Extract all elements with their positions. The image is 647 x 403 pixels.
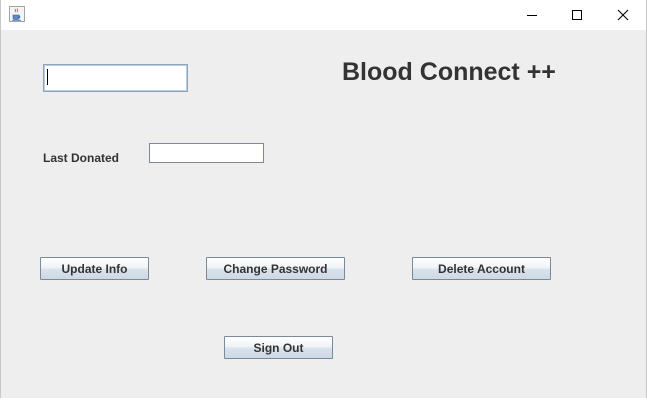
desktop-edge [0, 398, 647, 403]
maximize-icon [572, 10, 582, 20]
name-input[interactable] [43, 64, 188, 92]
close-button[interactable] [600, 0, 646, 30]
close-icon [617, 9, 629, 21]
java-coffee-cup-icon[interactable] [9, 6, 25, 22]
text-caret [47, 69, 48, 85]
sign-out-button[interactable]: Sign Out [224, 336, 333, 359]
maximize-button[interactable] [554, 0, 600, 30]
last-donated-field[interactable] [149, 143, 264, 163]
minimize-button[interactable] [509, 0, 555, 30]
app-window: Blood Connect ++ Last Donated Update Inf… [0, 0, 647, 399]
app-title: Blood Connect ++ [342, 58, 556, 86]
minimize-icon [527, 15, 537, 16]
change-password-button[interactable]: Change Password [206, 257, 345, 280]
main-panel: Blood Connect ++ Last Donated Update Inf… [1, 30, 646, 398]
last-donated-label: Last Donated [43, 151, 120, 165]
update-info-button[interactable]: Update Info [40, 257, 149, 280]
delete-account-button[interactable]: Delete Account [412, 257, 551, 280]
title-bar[interactable] [1, 0, 646, 30]
